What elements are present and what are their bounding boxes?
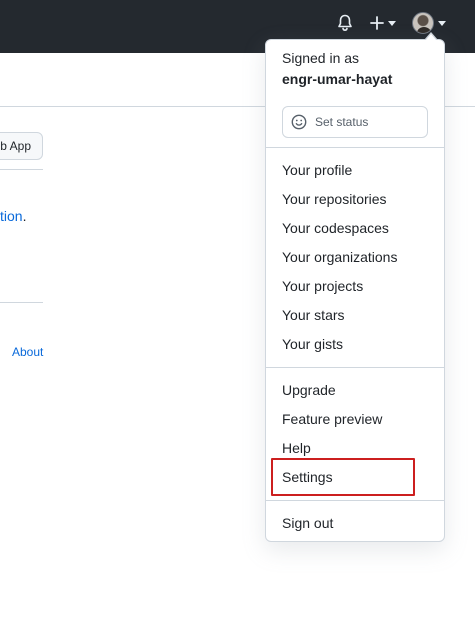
settings-highlight-box [271,458,415,496]
signed-in-label: Signed in as [282,50,360,66]
plus-icon [370,16,384,30]
set-status-label: Set status [315,115,369,129]
menu-divider [266,367,444,368]
sentence-period: . [22,208,27,224]
documentation-link[interactable]: tion. [0,208,26,224]
menu-item-your-repositories[interactable]: Your repositories [266,185,444,213]
chevron-down-icon [388,20,396,26]
menu-item-your-organizations[interactable]: Your organizations [266,243,444,271]
avatar [412,12,434,34]
section-divider [0,169,43,170]
menu-item-feature-preview[interactable]: Feature preview [266,405,444,433]
username: engr-umar-hayat [282,71,393,87]
section-divider [0,302,43,303]
menu-divider [266,500,444,501]
footer-about-link[interactable]: About [12,345,43,359]
github-app-button-label: b App [0,139,31,153]
set-status-button[interactable]: Set status [282,106,428,138]
menu-item-your-profile[interactable]: Your profile [266,156,444,184]
documentation-link-text[interactable]: tion [0,208,23,224]
notifications-button[interactable] [335,12,355,34]
smiley-icon [291,114,307,130]
create-new-button[interactable] [367,12,399,34]
menu-item-upgrade[interactable]: Upgrade [266,376,444,404]
menu-item-your-codespaces[interactable]: Your codespaces [266,214,444,242]
menu-item-your-stars[interactable]: Your stars [266,301,444,329]
menu-item-your-projects[interactable]: Your projects [266,272,444,300]
github-app-button[interactable]: b App [0,132,43,160]
menu-item-your-gists[interactable]: Your gists [266,330,444,358]
menu-item-sign-out[interactable]: Sign out [266,509,444,537]
menu-pointer-fill [425,34,437,41]
menu-divider [266,147,444,148]
bell-icon [338,14,352,32]
chevron-down-icon [438,20,446,26]
